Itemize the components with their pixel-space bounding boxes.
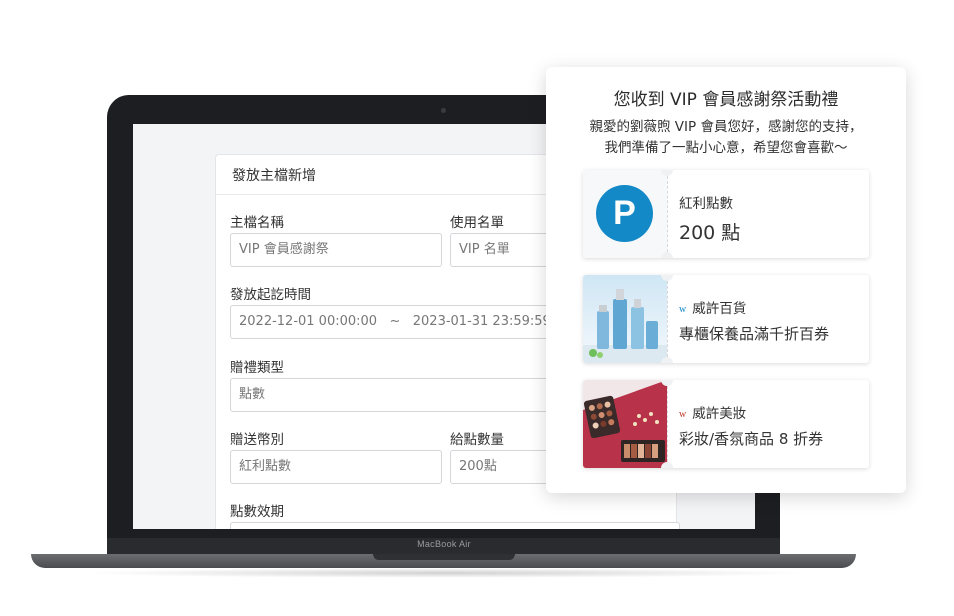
gift-panel: 您收到 VIP 會員感謝祭活動禮 親愛的劉薇煦 VIP 會員您好，感謝您的支持，… xyxy=(546,67,906,493)
currency-select[interactable]: 紅利點數 xyxy=(230,450,442,484)
currency-label: 贈送幣別 xyxy=(230,432,284,448)
coupon-makeup[interactable]: w 威許美妝 彩妝/香氛商品 8 折券 xyxy=(583,380,869,468)
name-label: 主檔名稱 xyxy=(230,215,284,231)
laptop-shadow xyxy=(80,568,810,578)
points-icon: P xyxy=(596,185,653,242)
coupon-makeup-desc: 彩妝/香氛商品 8 折券 xyxy=(679,430,824,448)
gift-title: 您收到 VIP 會員感謝祭活動禮 xyxy=(613,90,839,110)
coupon-skincare-desc: 專櫃保養品滿千折百券 xyxy=(679,325,830,343)
brand-logo-icon: w xyxy=(679,409,687,420)
coupon-notch xyxy=(661,357,673,363)
name-input[interactable]: VIP 會員感謝祭 xyxy=(230,233,442,267)
coupon-points-title: 紅利點數 xyxy=(679,196,733,212)
skincare-product-image xyxy=(583,275,667,363)
coupon-points[interactable]: P 紅利點數 200 點 xyxy=(583,170,869,258)
coupon-points-value: 200 點 xyxy=(679,222,741,244)
list-label: 使用名單 xyxy=(450,215,504,231)
amount-label: 給點數量 xyxy=(450,432,504,448)
expiry-input[interactable] xyxy=(230,522,680,529)
coupon-separator xyxy=(667,281,668,357)
coupon-skincare-title: 威許百貨 xyxy=(692,301,747,317)
coupon-notch xyxy=(661,462,673,468)
skincare-bottles-icon xyxy=(583,289,667,363)
coupon-skincare[interactable]: w 威許百貨 專櫃保養品滿千折百券 xyxy=(583,275,869,363)
coupon-skincare-brand: w 威許百貨 xyxy=(679,297,746,317)
camera-icon xyxy=(441,108,446,113)
makeup-product-image xyxy=(583,380,667,468)
laptop-brand-label: MacBook Air xyxy=(417,539,471,549)
coupon-notch xyxy=(661,252,673,258)
brand-logo-icon: w xyxy=(679,304,687,315)
gift-subtitle-line-1: 親愛的劉薇煦 VIP 會員您好，感謝您的支持， xyxy=(589,119,863,135)
laptop-notch xyxy=(373,554,515,560)
coupon-makeup-brand: w 威許美妝 xyxy=(679,402,746,422)
coupon-points-icon-area: P xyxy=(583,170,667,258)
gift-type-label: 贈禮類型 xyxy=(230,360,284,376)
coupon-separator xyxy=(667,386,668,462)
gift-subtitle-line-2: 我們準備了一點小心意，希望您會喜歡～ xyxy=(604,140,848,156)
makeup-palette-icon xyxy=(583,380,667,468)
period-label: 發放起訖時間 xyxy=(230,287,311,303)
coupon-makeup-title: 威許美妝 xyxy=(692,406,747,422)
coupon-separator xyxy=(667,176,668,252)
form-title: 發放主檔新增 xyxy=(232,168,316,184)
expiry-label: 點數效期 xyxy=(230,504,284,520)
